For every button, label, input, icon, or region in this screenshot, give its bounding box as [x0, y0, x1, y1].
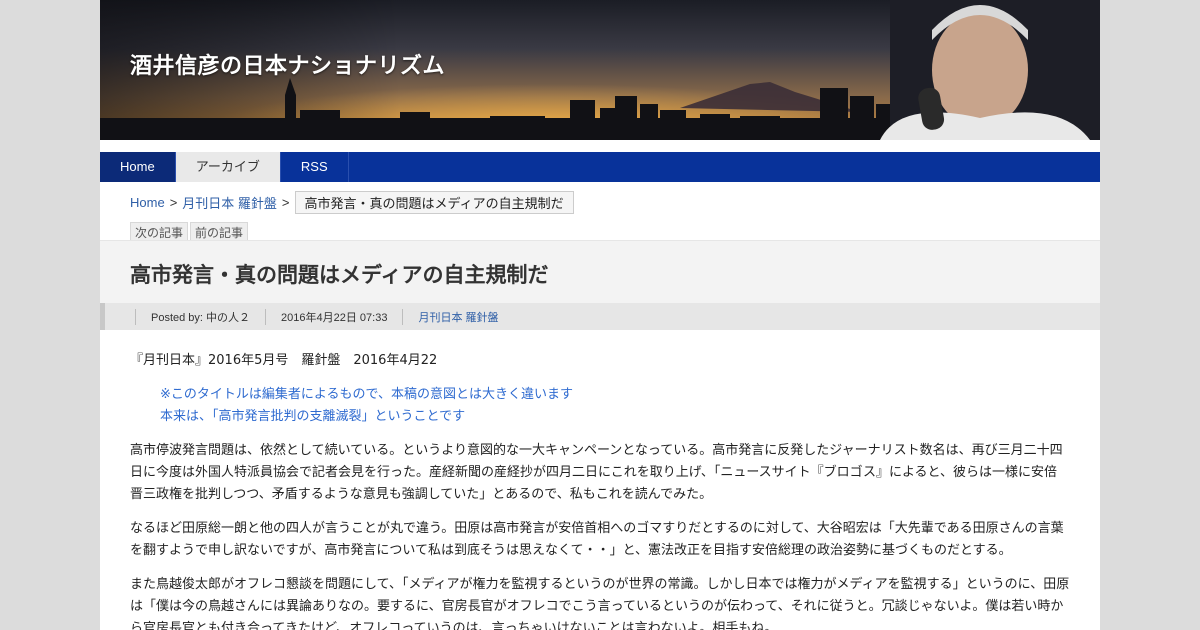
paragraph: また鳥越俊太郎がオフレコ懇談を問題にして、「メディアが権力を監視するというのが世… [130, 577, 1070, 630]
nav-item-home[interactable]: Home [100, 152, 176, 182]
nav-item-rss[interactable]: RSS [281, 152, 349, 182]
post-title-block: 高市発言・真の問題はメディアの自主規制だ [100, 240, 1100, 303]
editor-note: ※このタイトルは編集者によるもので、本稿の意図とは大きく違います 本来は、「高市… [160, 384, 1070, 428]
breadcrumb-home-link[interactable]: Home [130, 195, 165, 210]
header-banner: 酒井信彦の日本ナショナリズム [100, 0, 1100, 140]
breadcrumb-separator: > [169, 195, 178, 210]
post-category-link[interactable]: 月刊日本 羅針盤 [418, 312, 498, 324]
breadcrumb: Home > 月刊日本 羅針盤 > 高市発言・真の問題はメディアの自主規制だ [130, 191, 574, 214]
editor-note-line: ※このタイトルは編集者によるもので、本稿の意図とは大きく違います [160, 387, 573, 402]
post-meta: Posted by: 中の人２ 2016年4月22日 07:33 月刊日本 羅針… [100, 303, 1100, 330]
breadcrumb-separator: > [281, 195, 290, 210]
source-line: 『月刊日本』2016年5月号 羅針盤 2016年4月22 [130, 353, 438, 368]
editor-note-line: 本来は、「高市発言批判の支離滅裂」ということです [160, 409, 466, 424]
main-nav: Home アーカイブ RSS [100, 152, 1100, 182]
post-title: 高市発言・真の問題はメディアの自主規制だ [130, 263, 549, 287]
post-author: Posted by: 中の人２ [135, 308, 265, 325]
breadcrumb-category-link[interactable]: 月刊日本 羅針盤 [182, 193, 277, 212]
nav-item-archive[interactable]: アーカイブ [175, 152, 281, 182]
post-date: 2016年4月22日 07:33 [265, 308, 402, 325]
site-title[interactable]: 酒井信彦の日本ナショナリズム [130, 48, 445, 80]
page: 酒井信彦の日本ナショナリズム Home アーカイブ RSS Home > 月刊日… [100, 0, 1100, 630]
post-body: 『月刊日本』2016年5月号 羅針盤 2016年4月22 ※このタイトルは編集者… [130, 350, 1070, 630]
paragraph: なるほど田原総一朗と他の四人が言うことが丸で違う。田原は高市発言が安倍首相へのゴ… [130, 521, 1064, 558]
paragraph: 高市停波発言問題は、依然として続いている。というより意図的な一大キャンペーンとな… [130, 443, 1063, 502]
breadcrumb-current: 高市発言・真の問題はメディアの自主規制だ [294, 191, 574, 214]
